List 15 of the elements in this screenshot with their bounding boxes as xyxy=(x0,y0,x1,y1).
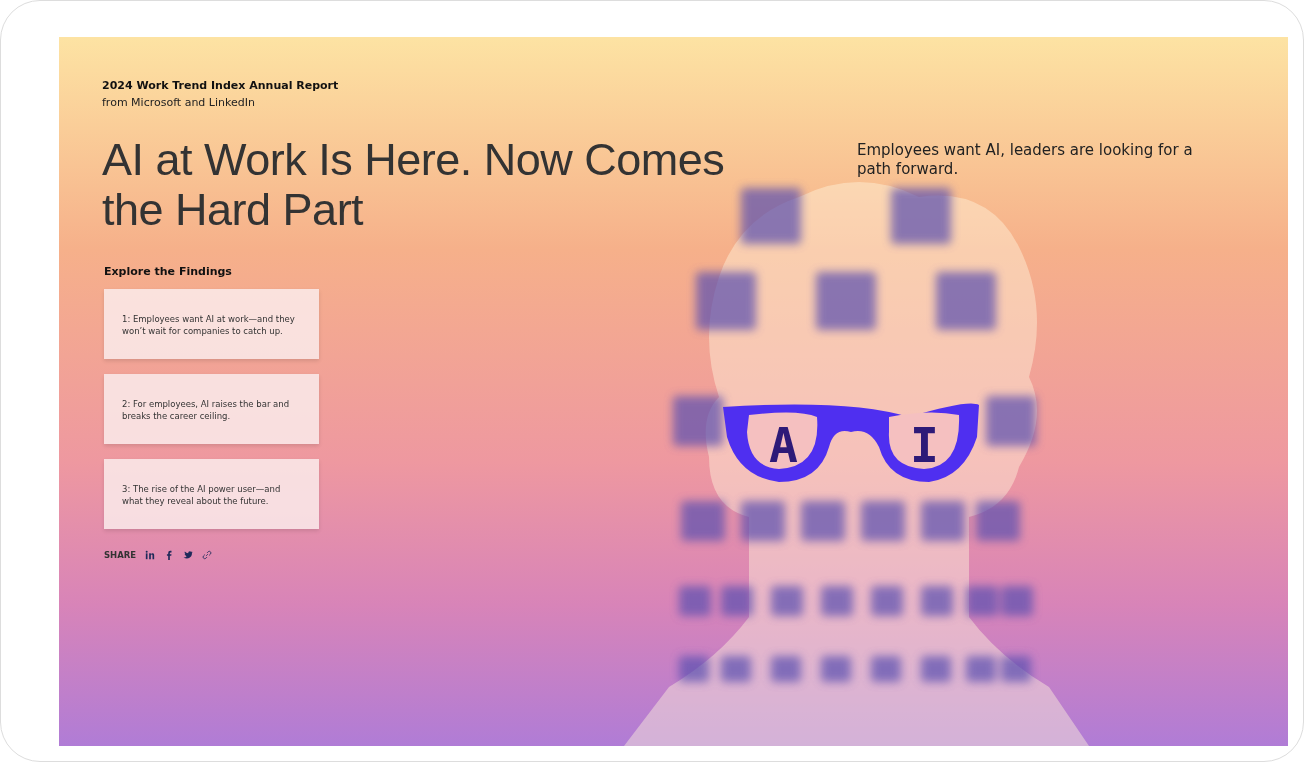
finding-card[interactable]: 2: For employees, AI raises the bar and breaks the career ceiling. xyxy=(104,374,319,444)
glasses-letter: A xyxy=(769,421,798,469)
glasses-letter: I xyxy=(909,421,939,469)
bird-icon[interactable] xyxy=(183,550,194,560)
findings-heading: Explore the Findings xyxy=(104,265,232,278)
report-title: 2024 Work Trend Index Annual Report xyxy=(102,79,340,92)
headline: AI at Work Is Here. Now Comes the Hard Part xyxy=(102,135,726,235)
subheadline: Employees want AI, leaders are looking for a path forward. xyxy=(857,141,1194,180)
facebook-icon[interactable] xyxy=(164,550,175,560)
linkedin-icon[interactable] xyxy=(145,550,156,560)
report-byline: from Microsoft and LinkedIn xyxy=(102,96,256,109)
link-icon[interactable] xyxy=(202,550,213,560)
finding-card[interactable]: 1: Employees want AI at work—and they won’t wait for companies to catch up. xyxy=(104,289,319,359)
finding-card[interactable]: 3: The rise of the AI power user—and what they reveal about the future. xyxy=(104,459,319,529)
share-label: SHARE xyxy=(104,550,137,560)
